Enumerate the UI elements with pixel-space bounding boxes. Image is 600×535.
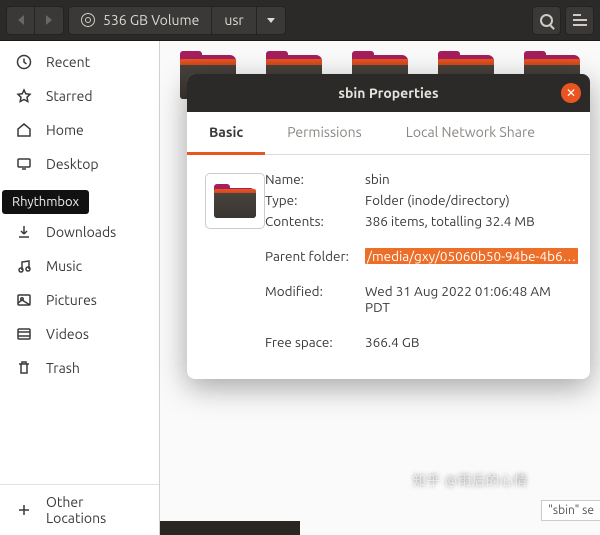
- sidebar-item-other-locations[interactable]: Other Locations: [0, 484, 159, 535]
- view-options-button[interactable]: [565, 6, 594, 35]
- sidebar-item-recent[interactable]: Recent: [0, 45, 159, 79]
- sidebar-item-trash[interactable]: Trash: [0, 351, 159, 385]
- path-folder-label: usr: [224, 12, 243, 28]
- sidebar-item-videos[interactable]: Videos: [0, 317, 159, 351]
- header-bar: 536 GB Volume usr: [0, 0, 600, 41]
- watermark: 知乎 @雨后的心情: [413, 470, 528, 489]
- desktop-icon: [16, 156, 32, 172]
- sidebar-item-label: Desktop: [46, 156, 99, 172]
- sidebar-item-label: Starred: [46, 88, 93, 104]
- sidebar-item-label: Trash: [46, 360, 80, 376]
- label-parent-folder: Parent folder:: [265, 248, 365, 264]
- value-free-space: 366.4 GB: [365, 334, 578, 350]
- dialog-body: Name: sbin Type: Folder (inode/directory…: [187, 155, 590, 379]
- value-modified: Wed 31 Aug 2022 01:06:48 AM PDT: [365, 283, 578, 315]
- search-icon: [540, 14, 553, 27]
- dialog-icon-button[interactable]: [205, 173, 265, 229]
- close-icon: ✕: [566, 86, 576, 100]
- dialog-titlebar[interactable]: sbin Properties ✕: [187, 74, 590, 112]
- label-free-space: Free space:: [265, 334, 365, 350]
- status-bar: "sbin" se: [541, 500, 600, 521]
- value-name: sbin: [365, 171, 578, 187]
- disk-icon: [81, 13, 95, 27]
- tab-local-network-share[interactable]: Local Network Share: [384, 112, 557, 154]
- chevron-down-icon: [267, 18, 275, 23]
- sidebar-item-label: Home: [46, 122, 84, 138]
- nav-buttons: [6, 6, 64, 35]
- sidebar-item-label: Pictures: [46, 292, 97, 308]
- dialog-tabs: Basic Permissions Local Network Share: [187, 112, 590, 155]
- dialog-title: sbin Properties: [338, 85, 438, 101]
- star-icon: [16, 88, 32, 104]
- chevron-left-icon: [18, 15, 24, 25]
- sidebar-item-starred[interactable]: Starred: [0, 79, 159, 113]
- path-segment-volume[interactable]: 536 GB Volume: [69, 7, 211, 34]
- forward-button[interactable]: [35, 6, 64, 35]
- sidebar-item-label: Other Locations: [46, 494, 143, 526]
- path-dropdown[interactable]: [256, 7, 285, 34]
- sidebar-item-pictures[interactable]: Pictures: [0, 283, 159, 317]
- volume-label: 536 GB Volume: [103, 12, 199, 28]
- pictures-icon: [16, 292, 32, 308]
- plus-icon: [16, 502, 32, 518]
- videos-icon: [16, 326, 32, 342]
- tooltip: Rhythmbox: [2, 190, 89, 214]
- search-button[interactable]: [532, 6, 561, 35]
- sidebar-item-home[interactable]: Home: [0, 113, 159, 147]
- sidebar-item-label: Music: [46, 258, 82, 274]
- home-icon: [16, 122, 32, 138]
- sidebar: Recent Starred Home Desktop ts: [0, 41, 160, 535]
- bottom-shadow: [160, 521, 300, 535]
- tab-basic[interactable]: Basic: [187, 112, 265, 155]
- sidebar-item-label: Videos: [46, 326, 89, 342]
- clock-icon: [16, 54, 32, 70]
- tab-permissions[interactable]: Permissions: [265, 112, 383, 154]
- trash-icon: [16, 360, 32, 376]
- download-icon: [16, 224, 32, 240]
- back-button[interactable]: [6, 6, 35, 35]
- list-icon: [573, 14, 587, 26]
- value-type: Folder (inode/directory): [365, 192, 578, 208]
- path-segment-folder[interactable]: usr: [211, 7, 255, 34]
- music-icon: [16, 258, 32, 274]
- sidebar-item-desktop[interactable]: Desktop: [0, 147, 159, 181]
- sidebar-item-label: Downloads: [46, 224, 116, 240]
- label-modified: Modified:: [265, 283, 365, 315]
- close-button[interactable]: ✕: [561, 83, 581, 103]
- value-contents: 386 items, totalling 32.4 MB: [365, 213, 578, 229]
- sidebar-item-label: Recent: [46, 54, 90, 70]
- label-name: Name:: [265, 171, 365, 187]
- folder-icon: [214, 184, 256, 218]
- value-parent-folder[interactable]: /media/gxy/05060b50-94be-4b6…: [365, 248, 578, 264]
- chevron-right-icon: [46, 15, 52, 25]
- label-contents: Contents:: [265, 213, 365, 229]
- properties-dialog: sbin Properties ✕ Basic Permissions Loca…: [187, 74, 590, 379]
- label-type: Type:: [265, 192, 365, 208]
- path-bar: 536 GB Volume usr: [68, 6, 286, 35]
- sidebar-item-music[interactable]: Music: [0, 249, 159, 283]
- sidebar-item-downloads[interactable]: Downloads: [0, 215, 159, 249]
